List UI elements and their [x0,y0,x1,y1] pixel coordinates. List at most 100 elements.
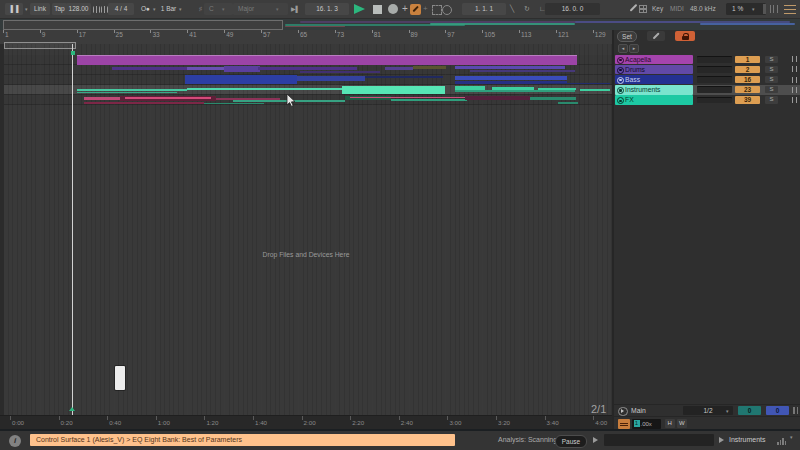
next-button[interactable]: ▸ [629,44,639,53]
track-solo-button[interactable]: S [765,66,778,73]
punch-in-icon[interactable]: ╲ [510,0,514,18]
pencil-button[interactable] [647,31,665,41]
clip[interactable] [580,89,610,91]
quantize-caret-icon[interactable]: ▾ [179,0,182,18]
width-button[interactable]: W [677,419,687,428]
clip[interactable] [470,70,575,72]
loop-in-box[interactable]: 0 [738,406,761,415]
clip[interactable] [77,55,577,65]
clip[interactable] [540,83,610,85]
metronome-button[interactable]: O● [139,3,152,15]
cpu-meter[interactable]: 1 % [726,3,766,15]
pause-button[interactable]: Pause [555,435,587,448]
instruments-label[interactable]: Instruments [729,436,766,443]
track-header-drums[interactable]: Drums 2S [615,65,800,75]
nudge-down-icon[interactable] [93,6,100,13]
track-header-acapella[interactable]: Acapella 1S [615,55,800,65]
track-arm-icon[interactable] [617,67,624,74]
track-name-drums[interactable]: Drums [615,65,693,75]
stop-button[interactable] [373,5,382,14]
clip[interactable] [558,102,578,104]
track-stop-bars-icon[interactable] [792,97,798,103]
tap-button[interactable]: Tap [52,3,67,15]
clip[interactable] [187,67,224,70]
clip[interactable] [530,97,576,100]
midi-map-button[interactable]: MIDI [670,0,684,18]
clip[interactable] [187,88,342,91]
track-name-acapella[interactable]: Acapella [615,55,693,65]
loop-brace[interactable] [4,42,76,49]
lock-button[interactable] [675,31,695,41]
follow-icon[interactable]: ▶▌ [291,0,300,18]
track-stop-bars-icon[interactable] [792,87,798,93]
clip[interactable] [204,103,264,105]
clip[interactable] [84,97,120,100]
arrangement-position-field[interactable]: 16. 1. 3 [305,3,349,15]
track-name-instruments[interactable]: Instruments [615,85,693,95]
clip[interactable] [125,97,211,99]
track-header-fx[interactable]: FX39S [615,95,800,105]
track-number-box[interactable]: 1 [735,56,760,63]
bar-ruler[interactable]: 191725334149576573818997105113121129 [0,30,612,45]
clip[interactable] [455,90,575,92]
tempo-field[interactable]: 128.00 [66,3,91,15]
clip[interactable] [84,102,204,104]
highlight-mode-icon[interactable] [432,5,442,15]
instruments-play-icon[interactable] [719,437,724,443]
midi-editor-pencil-icon[interactable] [630,4,637,11]
track-header-bass[interactable]: Bass 16 S [615,75,800,85]
quantize-menu[interactable]: 1 Bar [159,3,178,15]
record-button[interactable] [388,4,398,14]
track-stop-bars-icon[interactable] [792,77,798,83]
clip[interactable] [300,71,380,73]
playhead[interactable] [72,44,73,415]
clip[interactable] [385,67,413,70]
track-number-box[interactable]: 2 [735,66,760,73]
metronome-caret-icon[interactable]: ▾ [153,0,156,18]
clip[interactable] [391,99,467,101]
loop-out-box[interactable]: 0 [766,406,789,415]
time-ruler[interactable]: 0:000:200:401:001:201:402:002:202:403:00… [0,415,612,430]
clip[interactable] [455,76,567,81]
clip[interactable] [342,86,445,94]
track-header-instruments[interactable]: Instruments 23 S [615,85,800,95]
track-solo-button[interactable]: S [765,56,778,63]
menu-icon[interactable] [784,4,796,14]
cpu-caret-icon[interactable]: ▾ [752,0,755,18]
track-arm-icon[interactable] [617,97,624,104]
overview-view-rectangle[interactable] [3,20,283,30]
track-arm-icon[interactable] [617,87,624,94]
arrangement-overview[interactable] [0,19,800,31]
set-button[interactable]: Set [617,31,637,42]
add-locator-icon[interactable]: + [423,0,428,17]
loop-start-field[interactable]: 1. 1. 1 [462,3,506,15]
speed-icon[interactable] [618,419,630,429]
clip[interactable] [224,66,260,72]
clip[interactable] [258,67,357,70]
track-number-box[interactable]: 16 [735,76,760,83]
view-selector-caret-icon[interactable]: ▾ [25,0,28,18]
track-number-box[interactable]: 23 [735,86,760,93]
loop-icon[interactable]: ↻ [524,0,530,18]
resume-icon[interactable] [593,437,598,443]
view-selector-button[interactable]: ▐▐ [5,3,23,15]
clip[interactable] [413,66,446,69]
clip[interactable] [455,66,565,69]
add-track-icon[interactable]: + [402,0,408,17]
link-button[interactable]: Link [30,3,50,15]
clip[interactable] [185,75,297,84]
prev-button[interactable]: ◂ [618,44,628,53]
key-scale-field[interactable]: Major [233,3,288,15]
track-name-bass[interactable]: Bass [615,75,693,85]
key-root-field[interactable]: C [204,3,233,15]
main-track-label[interactable]: Main [631,407,646,414]
clip[interactable] [112,67,188,70]
nudge-up-icon[interactable] [101,6,108,13]
track-stop-bars-icon[interactable] [792,66,798,72]
capture-midi-icon[interactable] [442,5,452,15]
track-solo-button[interactable]: S [765,86,778,93]
key-map-button[interactable]: Key [652,0,663,18]
grid-icon[interactable] [639,5,647,13]
key-root-caret-icon[interactable]: ▾ [222,0,225,18]
track-solo-button[interactable]: S [765,76,778,83]
